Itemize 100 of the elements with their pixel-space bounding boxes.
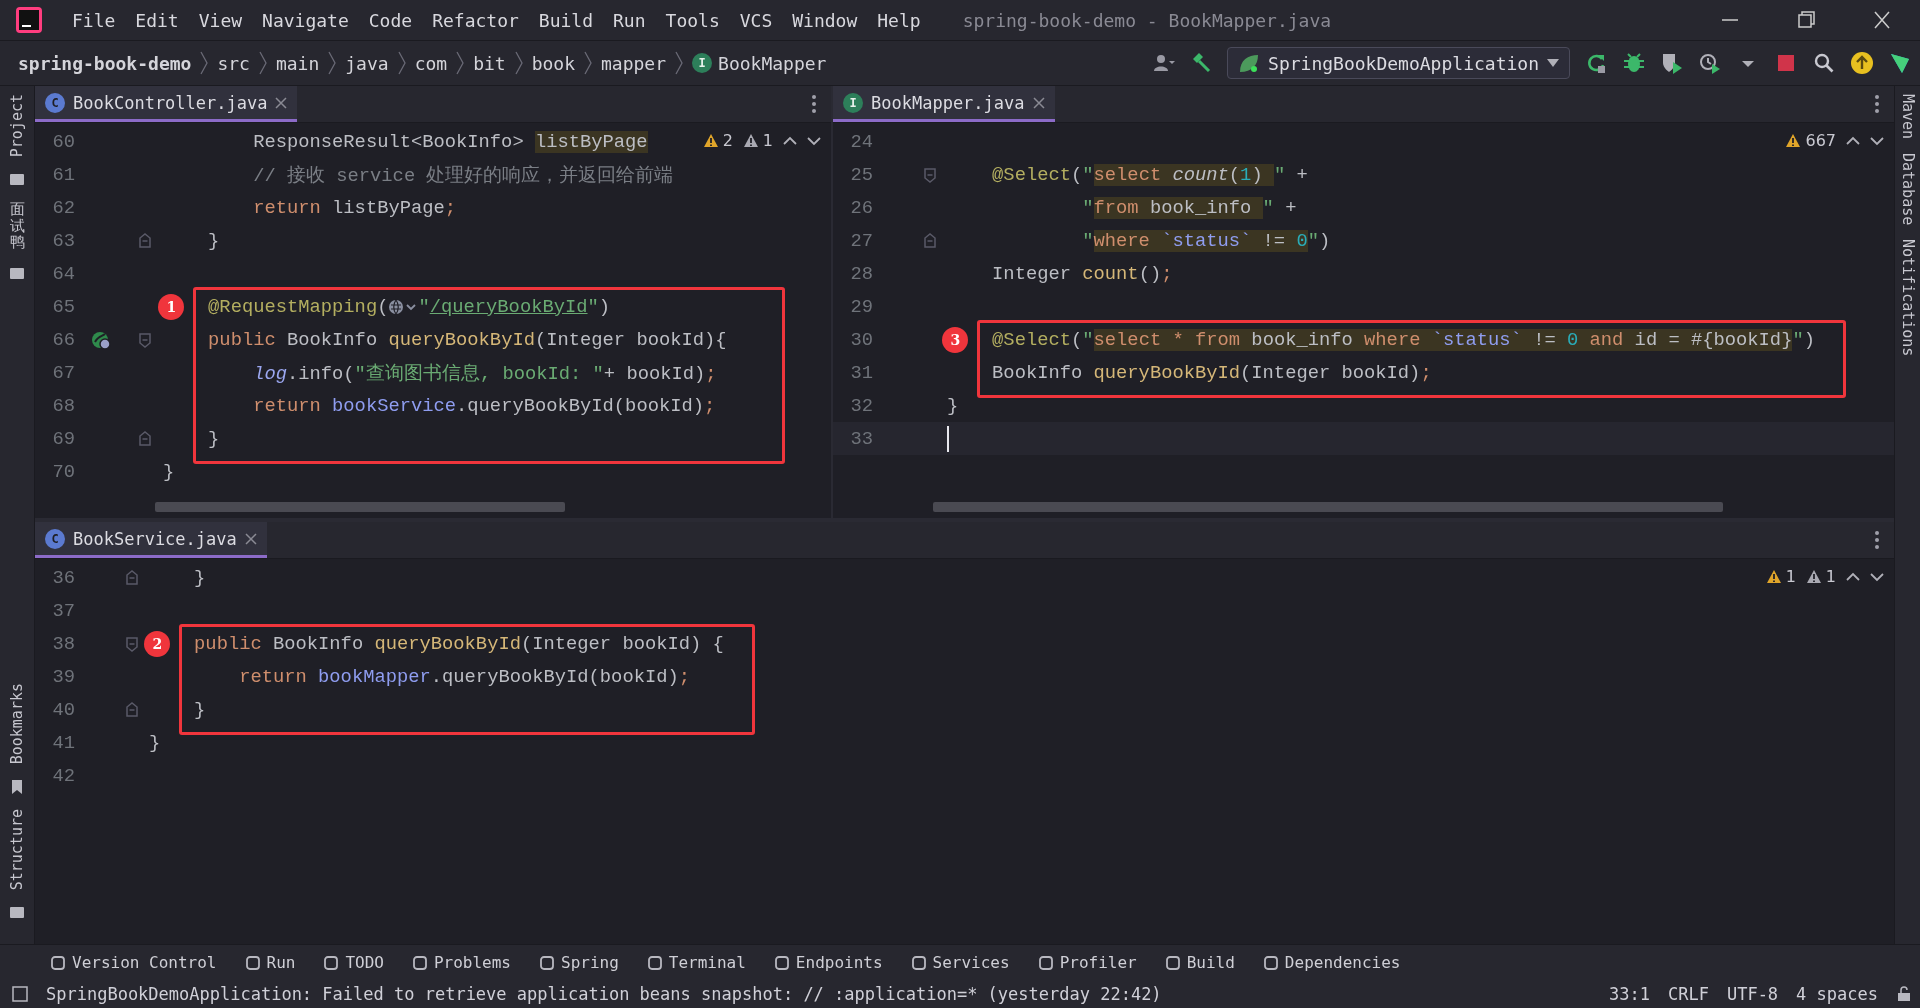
tool-window-button[interactable]: Project bbox=[8, 94, 26, 158]
bug-icon[interactable] bbox=[1622, 51, 1646, 75]
status-item[interactable]: UTF-8 bbox=[1726, 984, 1779, 1004]
next-icon[interactable] bbox=[807, 135, 821, 146]
run-configuration[interactable]: SpringBookDemoApplication bbox=[1227, 47, 1570, 79]
breadcrumb[interactable]: spring-book-demo bbox=[18, 52, 192, 74]
previous-icon[interactable] bbox=[1846, 135, 1860, 146]
breadcrumb[interactable]: BookMapper bbox=[718, 52, 827, 74]
window-title: spring-book-demo - BookMapper.java bbox=[962, 9, 1333, 31]
breadcrumb[interactable]: mapper bbox=[601, 52, 667, 74]
status-item[interactable]: 33:1 bbox=[1609, 984, 1650, 1004]
coverage-icon[interactable] bbox=[1660, 51, 1684, 75]
tool-window-button[interactable]: Services bbox=[910, 953, 1010, 972]
menu-item[interactable]: View bbox=[198, 9, 243, 31]
next-icon[interactable] bbox=[1870, 571, 1884, 582]
breadcrumb[interactable]: book bbox=[531, 52, 575, 74]
code-line: "where `status` != 0") bbox=[1082, 229, 1331, 252]
scrollbar[interactable] bbox=[155, 502, 565, 512]
tool-icon[interactable] bbox=[9, 904, 25, 920]
tool-window-button[interactable]: Dependencies bbox=[1262, 953, 1401, 972]
editor-tab[interactable]: I BookMapper.java bbox=[833, 86, 1055, 122]
editor-tab[interactable]: C BookController.java bbox=[35, 86, 298, 122]
line-number: 38 bbox=[51, 632, 75, 655]
tool-window-button[interactable]: Profiler bbox=[1037, 953, 1137, 972]
menu-item[interactable]: Navigate bbox=[262, 9, 349, 31]
text-cursor bbox=[947, 425, 949, 452]
menu-item[interactable]: VCS bbox=[739, 9, 773, 31]
code-line: @RequestMapping( "/queryBookById") bbox=[208, 295, 611, 318]
breadcrumb[interactable]: com bbox=[414, 52, 448, 74]
code-line: } bbox=[208, 229, 220, 252]
tool-window-button[interactable]: Notifications bbox=[1898, 239, 1917, 357]
chevron-icon bbox=[327, 50, 338, 76]
next-icon[interactable] bbox=[1870, 135, 1884, 146]
editor-tab[interactable]: C BookService.java bbox=[35, 522, 267, 558]
app-logo[interactable] bbox=[16, 7, 42, 33]
menu-item[interactable]: Refactor bbox=[432, 9, 519, 31]
line-number: 64 bbox=[51, 262, 75, 285]
profile-icon[interactable] bbox=[1698, 51, 1722, 75]
code-line: // 接收 service 处理好的响应，并返回给前端 bbox=[253, 163, 674, 188]
close-icon[interactable] bbox=[275, 96, 288, 109]
menu-item[interactable]: Code bbox=[368, 9, 413, 31]
previous-icon[interactable] bbox=[1846, 571, 1860, 582]
tool-window-button[interactable]: Endpoints bbox=[773, 953, 883, 972]
line-number: 32 bbox=[849, 394, 873, 417]
lock-icon[interactable] bbox=[1896, 986, 1912, 1002]
breadcrumb[interactable]: main bbox=[275, 52, 320, 74]
inspection-count[interactable]: 1 bbox=[742, 131, 773, 150]
menu-item[interactable]: Window bbox=[792, 9, 858, 31]
inspection-count[interactable]: 1 bbox=[1805, 567, 1836, 586]
search-icon[interactable] bbox=[1812, 51, 1836, 75]
line-number: 40 bbox=[51, 698, 75, 721]
tool-window-button[interactable]: Bookmarks bbox=[8, 683, 26, 765]
tool-window-button[interactable]: TODO bbox=[323, 953, 384, 972]
tool-window-button[interactable]: 面试鸭 bbox=[9, 201, 25, 251]
more-icon[interactable] bbox=[811, 94, 817, 114]
menu-item[interactable]: Edit bbox=[135, 9, 179, 31]
step-number: 1 bbox=[158, 294, 185, 320]
breadcrumb[interactable]: java bbox=[345, 52, 389, 74]
bookmark-icon[interactable] bbox=[9, 778, 25, 795]
code-line: Integer count(); bbox=[992, 262, 1173, 285]
inspection-count[interactable]: 1 bbox=[1765, 567, 1796, 586]
menu-item[interactable]: File bbox=[72, 9, 116, 31]
line-number: 41 bbox=[51, 731, 75, 754]
scrollbar[interactable] bbox=[933, 502, 1723, 512]
inspection-count[interactable]: 2 bbox=[702, 131, 733, 150]
tool-window-button[interactable]: Maven bbox=[1898, 94, 1917, 140]
breadcrumb[interactable]: src bbox=[217, 52, 250, 74]
menu-item[interactable]: Help bbox=[877, 9, 921, 31]
breadcrumb[interactable]: bit bbox=[473, 52, 506, 74]
tool-window-button[interactable]: Run bbox=[244, 953, 296, 972]
warning-icon bbox=[1765, 569, 1782, 584]
previous-icon[interactable] bbox=[783, 135, 797, 146]
tool-window-button[interactable]: Build bbox=[1164, 953, 1235, 972]
tool-window-button[interactable]: Problems bbox=[411, 953, 511, 972]
inspection-count[interactable]: 667 bbox=[1785, 131, 1836, 150]
line-number: 28 bbox=[849, 262, 873, 285]
menu-item[interactable]: Tools bbox=[665, 9, 720, 31]
code-line: BookInfo queryBookById(Integer bookId); bbox=[992, 361, 1432, 384]
globe-icon[interactable] bbox=[388, 297, 419, 316]
menu-item[interactable]: Run bbox=[613, 9, 646, 31]
line-number: 61 bbox=[51, 163, 75, 186]
menu-item[interactable]: Build bbox=[538, 9, 594, 31]
line-number: 27 bbox=[849, 229, 873, 252]
close-icon[interactable] bbox=[244, 532, 257, 545]
status-item[interactable]: 4 spaces bbox=[1796, 984, 1878, 1004]
line-number: 60 bbox=[51, 130, 75, 153]
tool-window-button[interactable]: Version Control bbox=[50, 953, 217, 972]
tool-window-button[interactable]: Structure bbox=[8, 808, 26, 890]
tool-window-button[interactable]: Terminal bbox=[646, 953, 746, 972]
update-icon[interactable] bbox=[1850, 51, 1874, 75]
tool-icon bbox=[1262, 954, 1279, 971]
tool-window-button[interactable]: Spring bbox=[539, 953, 619, 972]
more-icon[interactable] bbox=[1874, 530, 1880, 550]
panel-icon[interactable] bbox=[12, 986, 28, 1002]
close-icon[interactable] bbox=[1032, 96, 1045, 109]
more-icon[interactable] bbox=[1874, 94, 1880, 114]
code-line: ResponseResult<BookInfo> listByPage bbox=[253, 130, 648, 153]
status-item[interactable]: CRLF bbox=[1667, 984, 1709, 1004]
tool-window-button[interactable]: Database bbox=[1898, 153, 1917, 226]
tool-icon bbox=[1164, 954, 1181, 971]
